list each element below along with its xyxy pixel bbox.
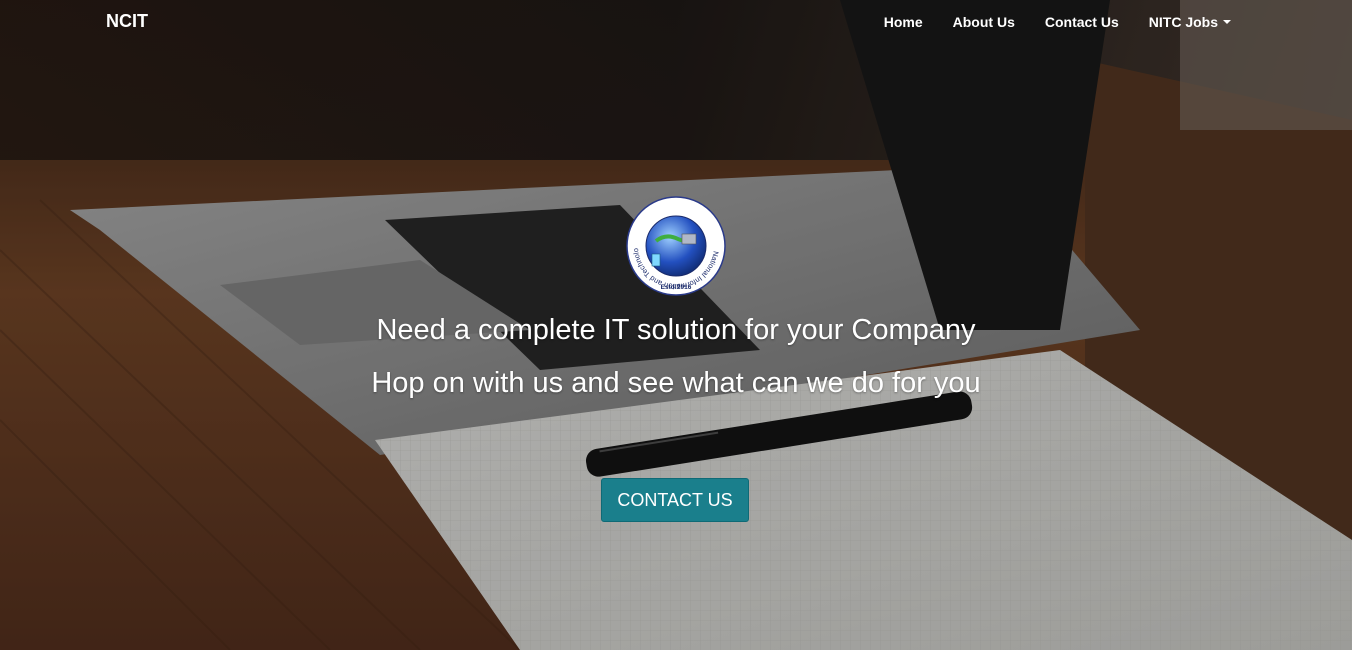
company-logo: National Information and Technology Corp…: [626, 196, 726, 296]
nav-item-contact-us[interactable]: Contact Us: [1030, 14, 1134, 30]
nav-item-label: NITC Jobs: [1148, 14, 1218, 30]
nav-item-home[interactable]: Home: [869, 14, 938, 30]
nav-menu: Home About Us Contact Us NITC Jobs: [869, 0, 1246, 44]
nav-item-about-us[interactable]: About Us: [938, 14, 1030, 30]
caret-down-icon: [1223, 20, 1231, 24]
top-navbar: NCIT Home About Us Contact Us NITC Jobs: [0, 0, 1352, 44]
nav-item-nitc-jobs-dropdown[interactable]: NITC Jobs: [1134, 14, 1246, 30]
nav-item-label: Contact Us: [1044, 14, 1119, 30]
logo-established-text: Estd:2016: [661, 284, 692, 291]
brand-link[interactable]: NCIT: [106, 11, 148, 32]
nav-item-label: About Us: [952, 14, 1015, 30]
contact-us-button[interactable]: CONTACT US: [601, 478, 749, 522]
nav-item-label: Home: [883, 14, 923, 30]
hero-subheadline: Hop on with us and see what can we do fo…: [371, 367, 981, 399]
hero-headline: Need a complete IT solution for your Com…: [376, 314, 976, 346]
